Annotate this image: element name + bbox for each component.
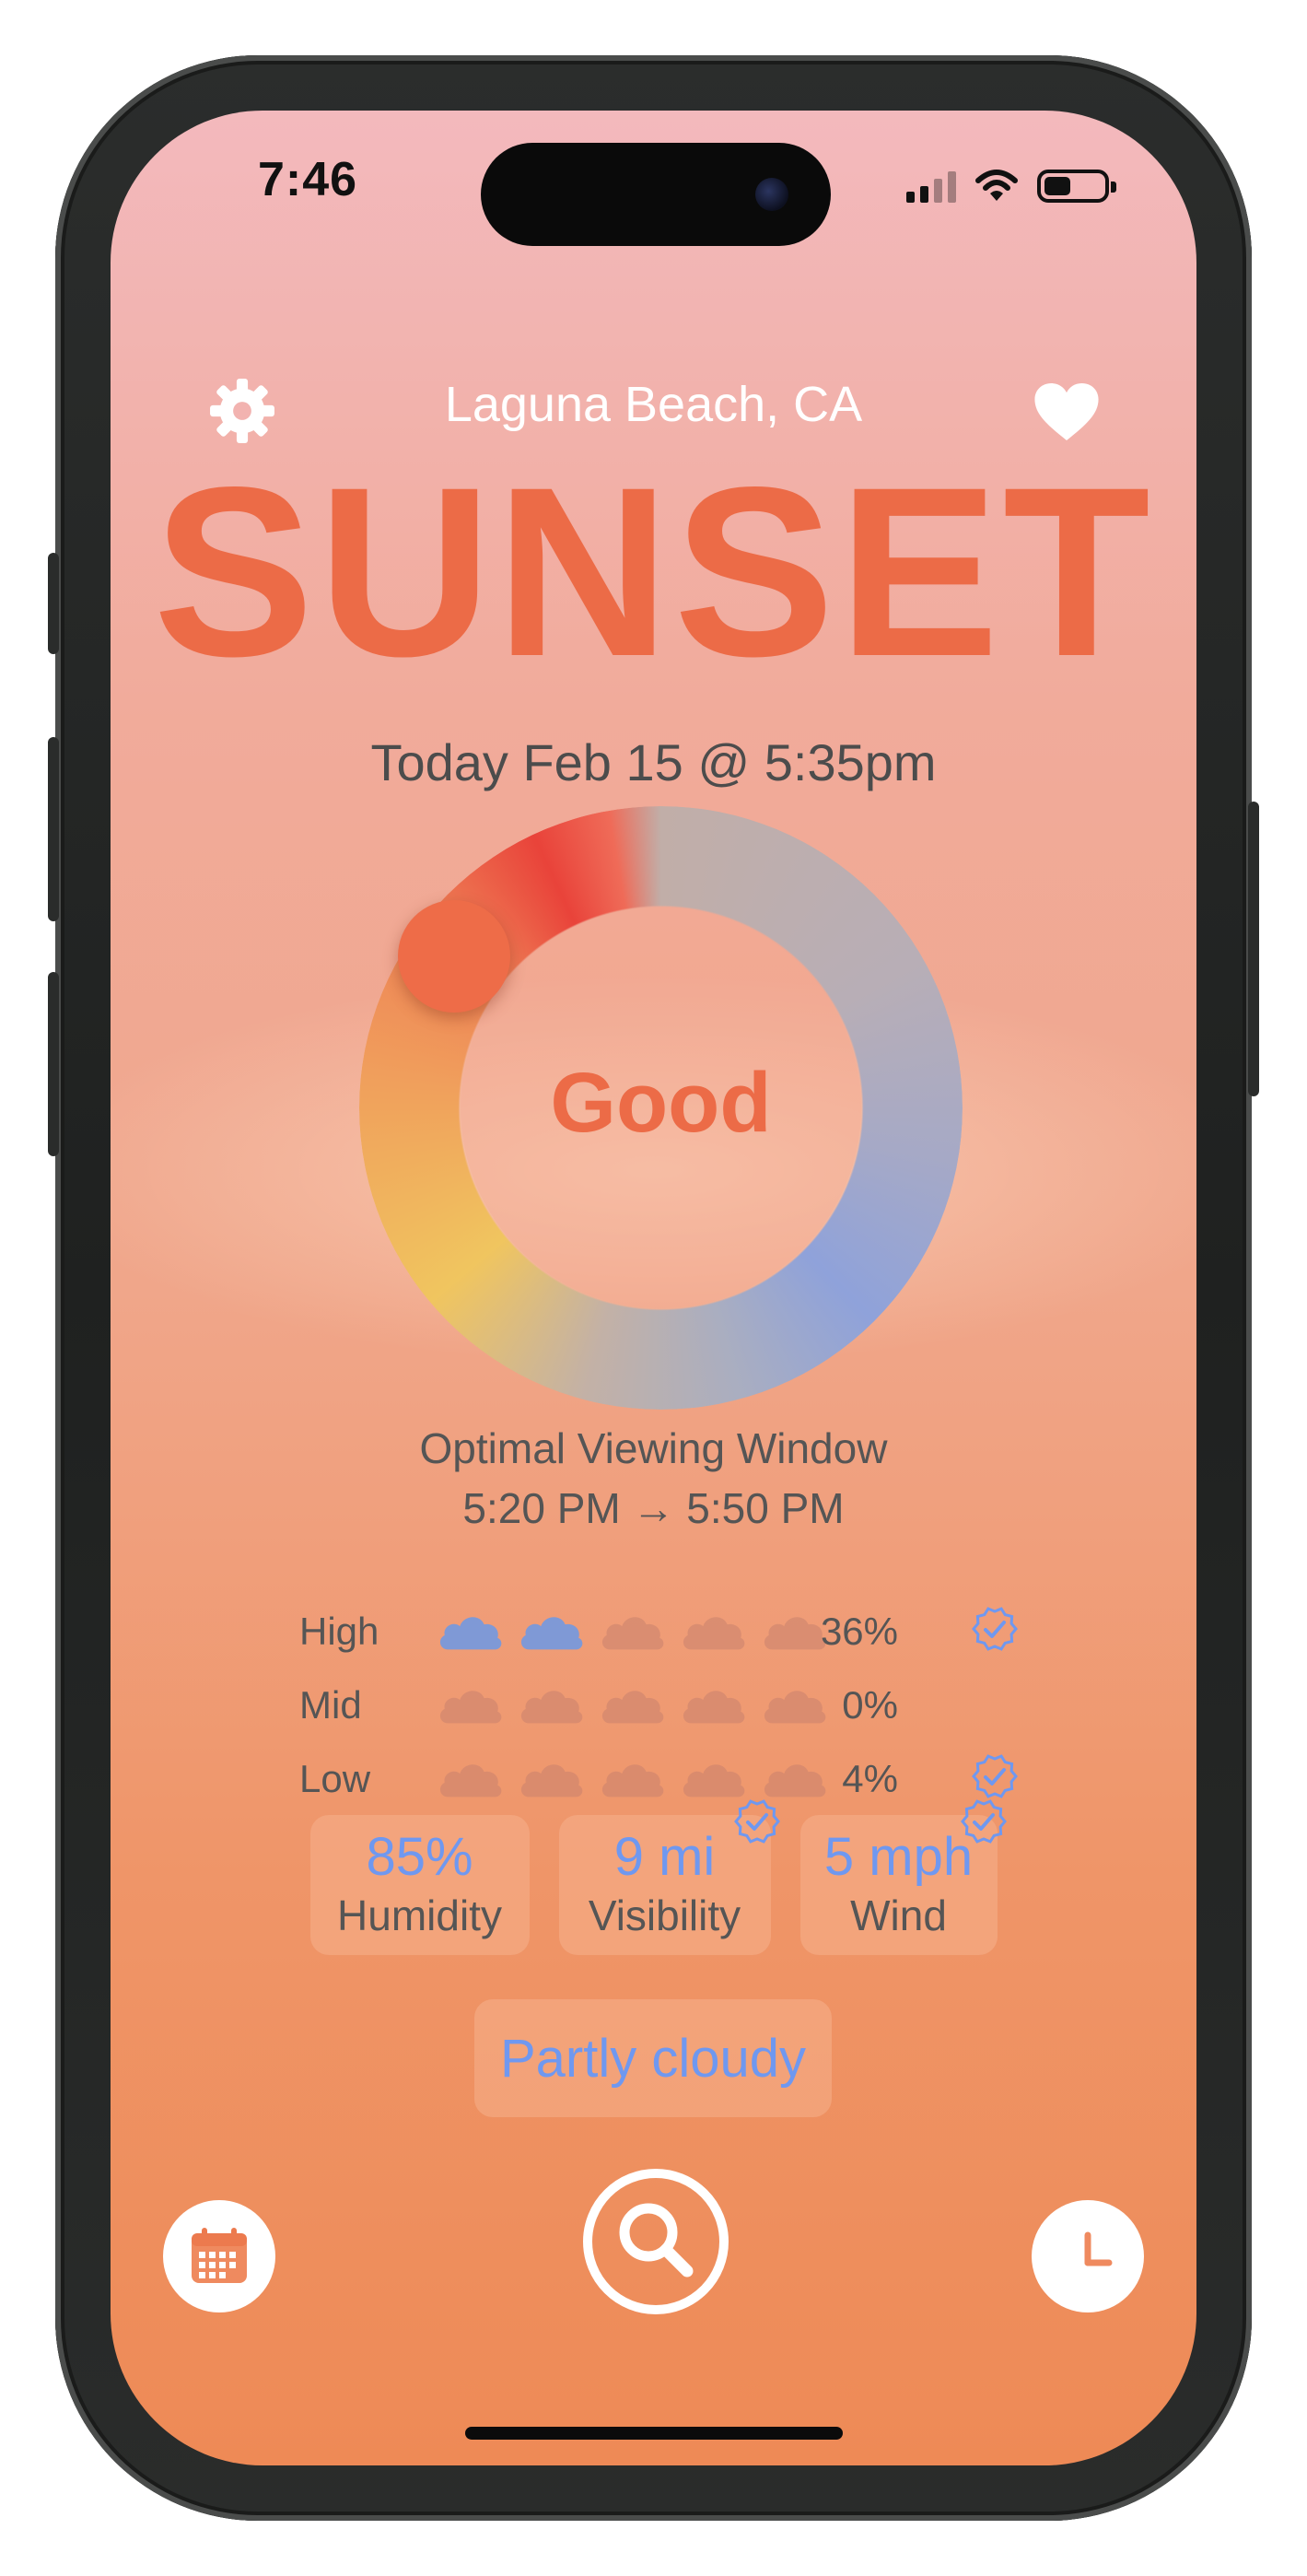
metric-value: 85% (366, 1826, 473, 1887)
metric-visibility[interactable]: 9 mi Visibility (558, 1799, 780, 1955)
metric-wind[interactable]: 5 mph Wind (799, 1799, 1007, 1955)
verified-badge-icon (972, 1754, 1018, 1798)
camera-lens (755, 178, 788, 211)
cloud-row-low: Low 4% (299, 1746, 1036, 1820)
cloud-empty-icon (683, 1617, 745, 1650)
verified-badge-icon (733, 1799, 780, 1844)
cloud-filled-icon (520, 1617, 583, 1650)
metric-humidity[interactable]: 85% Humidity (309, 1815, 530, 1955)
dynamic-island (481, 143, 831, 246)
cloud-empty-icon (520, 1764, 583, 1797)
cloud-icons (436, 1753, 828, 1799)
volume-down-button (48, 972, 59, 1156)
viewing-window-time: 5:20 PM → 5:50 PM (462, 1484, 845, 1532)
action-button (48, 553, 59, 654)
cloud-row-label: High (299, 1610, 379, 1653)
condition-chip[interactable]: Partly cloudy (474, 1999, 832, 2117)
cloud-empty-icon (683, 1764, 745, 1797)
cloud-row-high: High 36% (299, 1598, 1036, 1672)
gauge-indicator (398, 900, 510, 1013)
wifi-icon (975, 170, 1018, 201)
cloud-icons (436, 1606, 828, 1652)
cloud-empty-icon (520, 1691, 583, 1724)
heart-icon[interactable] (1033, 381, 1100, 442)
cloud-row-mid: Mid 0% (299, 1672, 1036, 1746)
status-icons (906, 168, 1116, 203)
cloud-empty-icon (683, 1691, 745, 1724)
cloud-empty-icon (601, 1691, 664, 1724)
cloud-empty-icon (439, 1764, 502, 1797)
status-time: 7:46 (258, 153, 358, 206)
calendar-button[interactable] (163, 2200, 275, 2313)
cloud-empty-icon (601, 1617, 664, 1650)
cloud-row-percent: 36% (820, 1610, 898, 1653)
battery-icon (1037, 170, 1116, 203)
search-button[interactable] (582, 2168, 729, 2315)
cloud-row-label: Mid (299, 1683, 362, 1727)
metric-label: Visibility (588, 1891, 741, 1940)
cloud-empty-icon (601, 1764, 664, 1797)
event-title: SUNSET (153, 437, 1154, 707)
cellular-signal-icon (906, 171, 956, 203)
cloud-empty-icon (439, 1691, 502, 1724)
cloud-row-percent: 4% (842, 1757, 898, 1800)
metric-value: 5 mph (823, 1826, 974, 1887)
calendar-icon (192, 2228, 247, 2283)
cloud-cover-table: High 36% Mid 0% Low 4% (299, 1598, 1036, 1820)
clock-button[interactable] (1032, 2200, 1144, 2313)
metric-label: Wind (850, 1891, 947, 1940)
cloud-filled-icon (439, 1617, 502, 1650)
home-indicator (465, 2427, 843, 2440)
cloud-icons (436, 1680, 828, 1726)
volume-up-button (48, 737, 59, 921)
verified-badge-icon (972, 1607, 1018, 1651)
app-screen: 7:46 Laguna Beach, CA SUNSET Today Feb 1… (111, 111, 1196, 2465)
event-date: Today Feb 15 @ 5:35pm (370, 733, 937, 791)
verified-badge-icon (960, 1799, 1007, 1844)
cloud-row-percent: 0% (842, 1683, 898, 1727)
cloud-row-label: Low (299, 1757, 371, 1800)
metric-value: 9 mi (613, 1826, 716, 1887)
search-icon (583, 2169, 729, 2314)
weather-metrics: 85% Humidity 9 mi Visibility 5 mph Wind (111, 1799, 1196, 1955)
power-button (1248, 802, 1259, 1096)
viewing-window-label: Optimal Viewing Window (419, 1424, 888, 1472)
quality-gauge: Good (359, 806, 963, 1410)
metric-label: Humidity (337, 1891, 502, 1940)
quality-label: Good (550, 1056, 772, 1150)
clock-icon (1084, 2231, 1113, 2266)
